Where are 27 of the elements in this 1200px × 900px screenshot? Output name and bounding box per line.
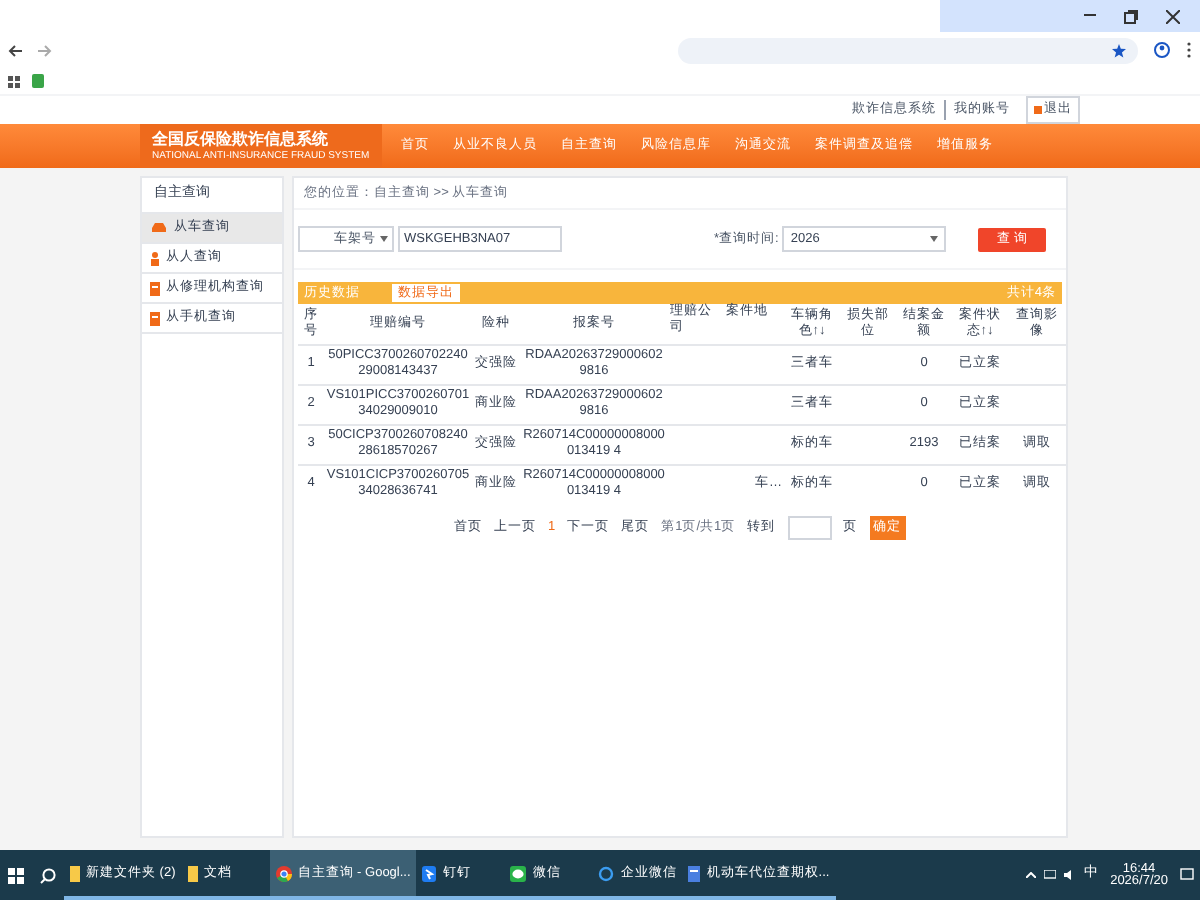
person-icon [150,251,160,265]
menu-icon[interactable] [1186,42,1192,58]
folder-icon [187,865,198,881]
chevron-up-icon[interactable] [1026,872,1037,878]
document-icon [150,311,160,325]
folder-icon [70,865,80,881]
speaker-icon[interactable] [1064,870,1077,880]
logout-icon [1034,106,1042,114]
chrome-icon [275,865,292,881]
notification-icon[interactable] [1180,868,1194,882]
star-icon[interactable] [1112,43,1126,57]
minimize-icon[interactable] [1084,14,1096,18]
apps-grid-icon[interactable] [8,75,20,87]
restore-icon[interactable] [1124,9,1138,23]
profile-icon[interactable] [1154,42,1170,58]
search-icon[interactable] [40,867,56,883]
close-icon[interactable] [1166,9,1180,23]
windows-icon[interactable] [8,867,24,883]
document-icon [688,865,701,881]
back-arrow-icon[interactable] [8,43,22,57]
caret-icon [930,236,939,242]
document-icon [150,281,160,295]
page-input[interactable] [787,516,832,540]
chat-bubble-icon [598,865,615,881]
caret-icon [380,236,388,242]
chat-bubble-icon [510,865,527,881]
car-icon [150,222,168,234]
